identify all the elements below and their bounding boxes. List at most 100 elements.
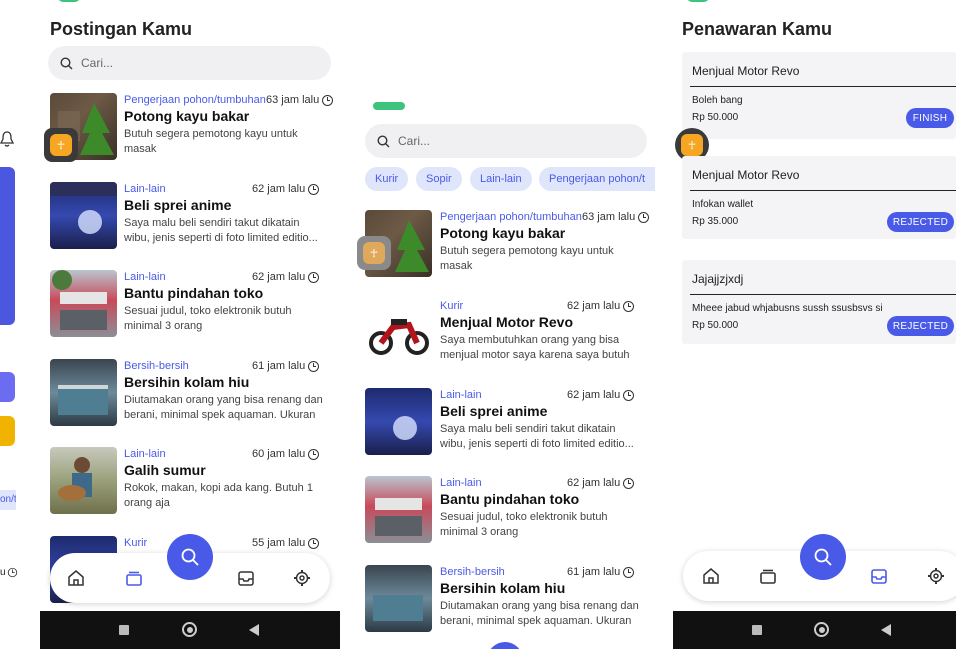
post-thumbnail (50, 182, 117, 249)
search-placeholder: Cari... (81, 56, 114, 70)
side-blue-banner (0, 167, 15, 325)
clock-icon (308, 360, 320, 372)
post-category: Lain-lain (440, 477, 482, 489)
post-category: Bersih-bersih (124, 360, 189, 372)
post-item[interactable]: Lain-lain 62 jam lalu Beli sprei anime S… (365, 388, 655, 458)
post-description: Saya malu beli sendiri takut dikatain wi… (440, 423, 634, 450)
avatar: ☥ (44, 128, 78, 162)
post-description: Diutamakan orang yang bisa renang dan be… (440, 600, 639, 627)
home-system-button[interactable] (182, 622, 197, 637)
screen-postingan-kamu: Postingan Kamu Cari... ☥ Pengerjaan poho… (40, 0, 340, 649)
home-icon[interactable] (66, 568, 86, 588)
search-input[interactable]: Cari... (48, 46, 331, 80)
divider (690, 294, 956, 295)
offer-title: Menjual Motor Revo (692, 64, 800, 78)
offer-card[interactable]: Jajajjzjxdj Mheee jabud whjabusns sussh … (682, 260, 956, 344)
user-icon: ☥ (363, 242, 385, 264)
post-time: 61 jam lalu (567, 566, 635, 578)
offer-description: Infokan wallet (692, 199, 754, 210)
post-item[interactable]: ☥ Pengerjaan pohon/tumbuhan 63 jam lalu … (357, 210, 655, 280)
settings-icon[interactable] (292, 568, 312, 588)
search-fab-peek[interactable] (487, 642, 523, 649)
post-time: 63 jam lalu (582, 211, 650, 223)
post-category: Lain-lain (124, 183, 166, 195)
settings-icon[interactable] (926, 566, 946, 586)
post-category: Pengerjaan pohon/tumbuhan (124, 94, 266, 106)
post-item[interactable]: Bersih-bersih 61 jam lalu Bersihin kolam… (365, 565, 655, 635)
post-item[interactable]: Lain-lain 62 jam lalu Beli sprei anime S… (50, 182, 340, 252)
post-item[interactable]: Lain-lain 60 jam lalu Galih sumur Rokok,… (50, 447, 340, 517)
post-thumbnail (365, 388, 432, 455)
inbox-icon[interactable] (236, 568, 256, 588)
post-title: Potong kayu bakar (440, 225, 566, 241)
chip-lain-lain[interactable]: Lain-lain (470, 167, 532, 191)
back-icon[interactable] (248, 623, 260, 637)
bell-icon[interactable] (0, 130, 14, 148)
post-category: Bersih-bersih (440, 566, 505, 578)
post-description: Butuh segera pemotong kayu untuk masak (124, 128, 298, 155)
search-icon (181, 548, 199, 566)
post-item[interactable]: Kurir 62 jam lalu Menjual Motor Revo Say… (365, 299, 655, 369)
post-time: 62 jam lalu (252, 183, 320, 195)
posts-icon[interactable] (124, 568, 144, 588)
page-title: Postingan Kamu (50, 19, 193, 39)
search-placeholder: Cari... (398, 134, 431, 148)
system-nav-bar (673, 611, 956, 649)
home-icon[interactable] (701, 566, 721, 586)
post-category: Lain-lain (124, 448, 166, 460)
clock-icon (308, 183, 320, 195)
clock-icon (623, 389, 635, 401)
side-chip-fragment[interactable]: on/t (0, 490, 16, 510)
status-pill (687, 0, 709, 2)
search-icon (60, 56, 73, 69)
recents-button[interactable] (752, 625, 762, 635)
post-thumbnail (50, 270, 117, 337)
side-purple-button[interactable] (0, 372, 15, 402)
post-category: Lain-lain (440, 389, 482, 401)
search-fab-button[interactable] (800, 534, 846, 580)
post-item[interactable]: ☥ Pengerjaan pohon/tumbuhan 63 jam lalu … (44, 93, 340, 163)
post-category: Pengerjaan pohon/tumbuhan (440, 211, 582, 223)
status-badge: REJECTED (887, 212, 954, 232)
post-item[interactable]: Bersih-bersih 61 jam lalu Bersihin kolam… (50, 359, 340, 429)
search-input[interactable]: Cari... (365, 124, 647, 158)
chip-pengerjaan[interactable]: Pengerjaan pohon/t (539, 167, 655, 191)
post-time: 63 jam lalu (266, 94, 334, 106)
chip-kurir[interactable]: Kurir (365, 167, 409, 191)
post-description: Butuh segera pemotong kayu untuk masak (440, 245, 614, 272)
offer-card[interactable]: Menjual Motor Revo Boleh bang Rp 50.000 … (682, 52, 956, 139)
left-edge-fragment: on/t u (0, 0, 20, 649)
post-description: Saya malu beli sendiri takut dikatain wi… (124, 217, 318, 244)
post-time: 60 jam lalu (252, 448, 320, 460)
offer-title: Jajajjzjxdj (692, 272, 744, 286)
clock-icon (308, 448, 320, 460)
post-title: Beli sprei anime (124, 197, 232, 213)
post-thumbnail (50, 447, 117, 514)
offer-price: Rp 50.000 (692, 112, 739, 123)
user-icon: ☥ (50, 134, 72, 156)
post-title: Bantu pindahan toko (440, 491, 580, 507)
post-description: Rokok, makan, kopi ada kang. Butuh 1 ora… (124, 482, 313, 509)
clock-icon (322, 94, 334, 106)
posts-icon[interactable] (758, 566, 778, 586)
divider (690, 86, 956, 87)
back-icon[interactable] (880, 623, 892, 637)
offer-price: Rp 35.000 (692, 216, 739, 227)
home-system-button[interactable] (814, 622, 829, 637)
user-icon: ☥ (681, 134, 703, 156)
clock-icon (308, 271, 320, 283)
offer-card[interactable]: Menjual Motor Revo Infokan wallet Rp 35.… (682, 156, 956, 239)
status-badge: REJECTED (887, 316, 954, 336)
post-item[interactable]: Lain-lain 62 jam lalu Bantu pindahan tok… (365, 476, 655, 546)
recents-button[interactable] (119, 625, 129, 635)
post-thumbnail (365, 476, 432, 543)
inbox-icon[interactable] (869, 566, 889, 586)
post-description: Diutamakan orang yang bisa renang dan be… (124, 394, 323, 421)
search-fab-button[interactable] (167, 534, 213, 580)
side-amber-button[interactable] (0, 416, 15, 446)
chip-sopir[interactable]: Sopir (416, 167, 462, 191)
post-category: Lain-lain (124, 271, 166, 283)
clock-icon (638, 211, 650, 223)
post-item[interactable]: Lain-lain 62 jam lalu Bantu pindahan tok… (50, 270, 340, 340)
post-thumbnail (365, 565, 432, 632)
